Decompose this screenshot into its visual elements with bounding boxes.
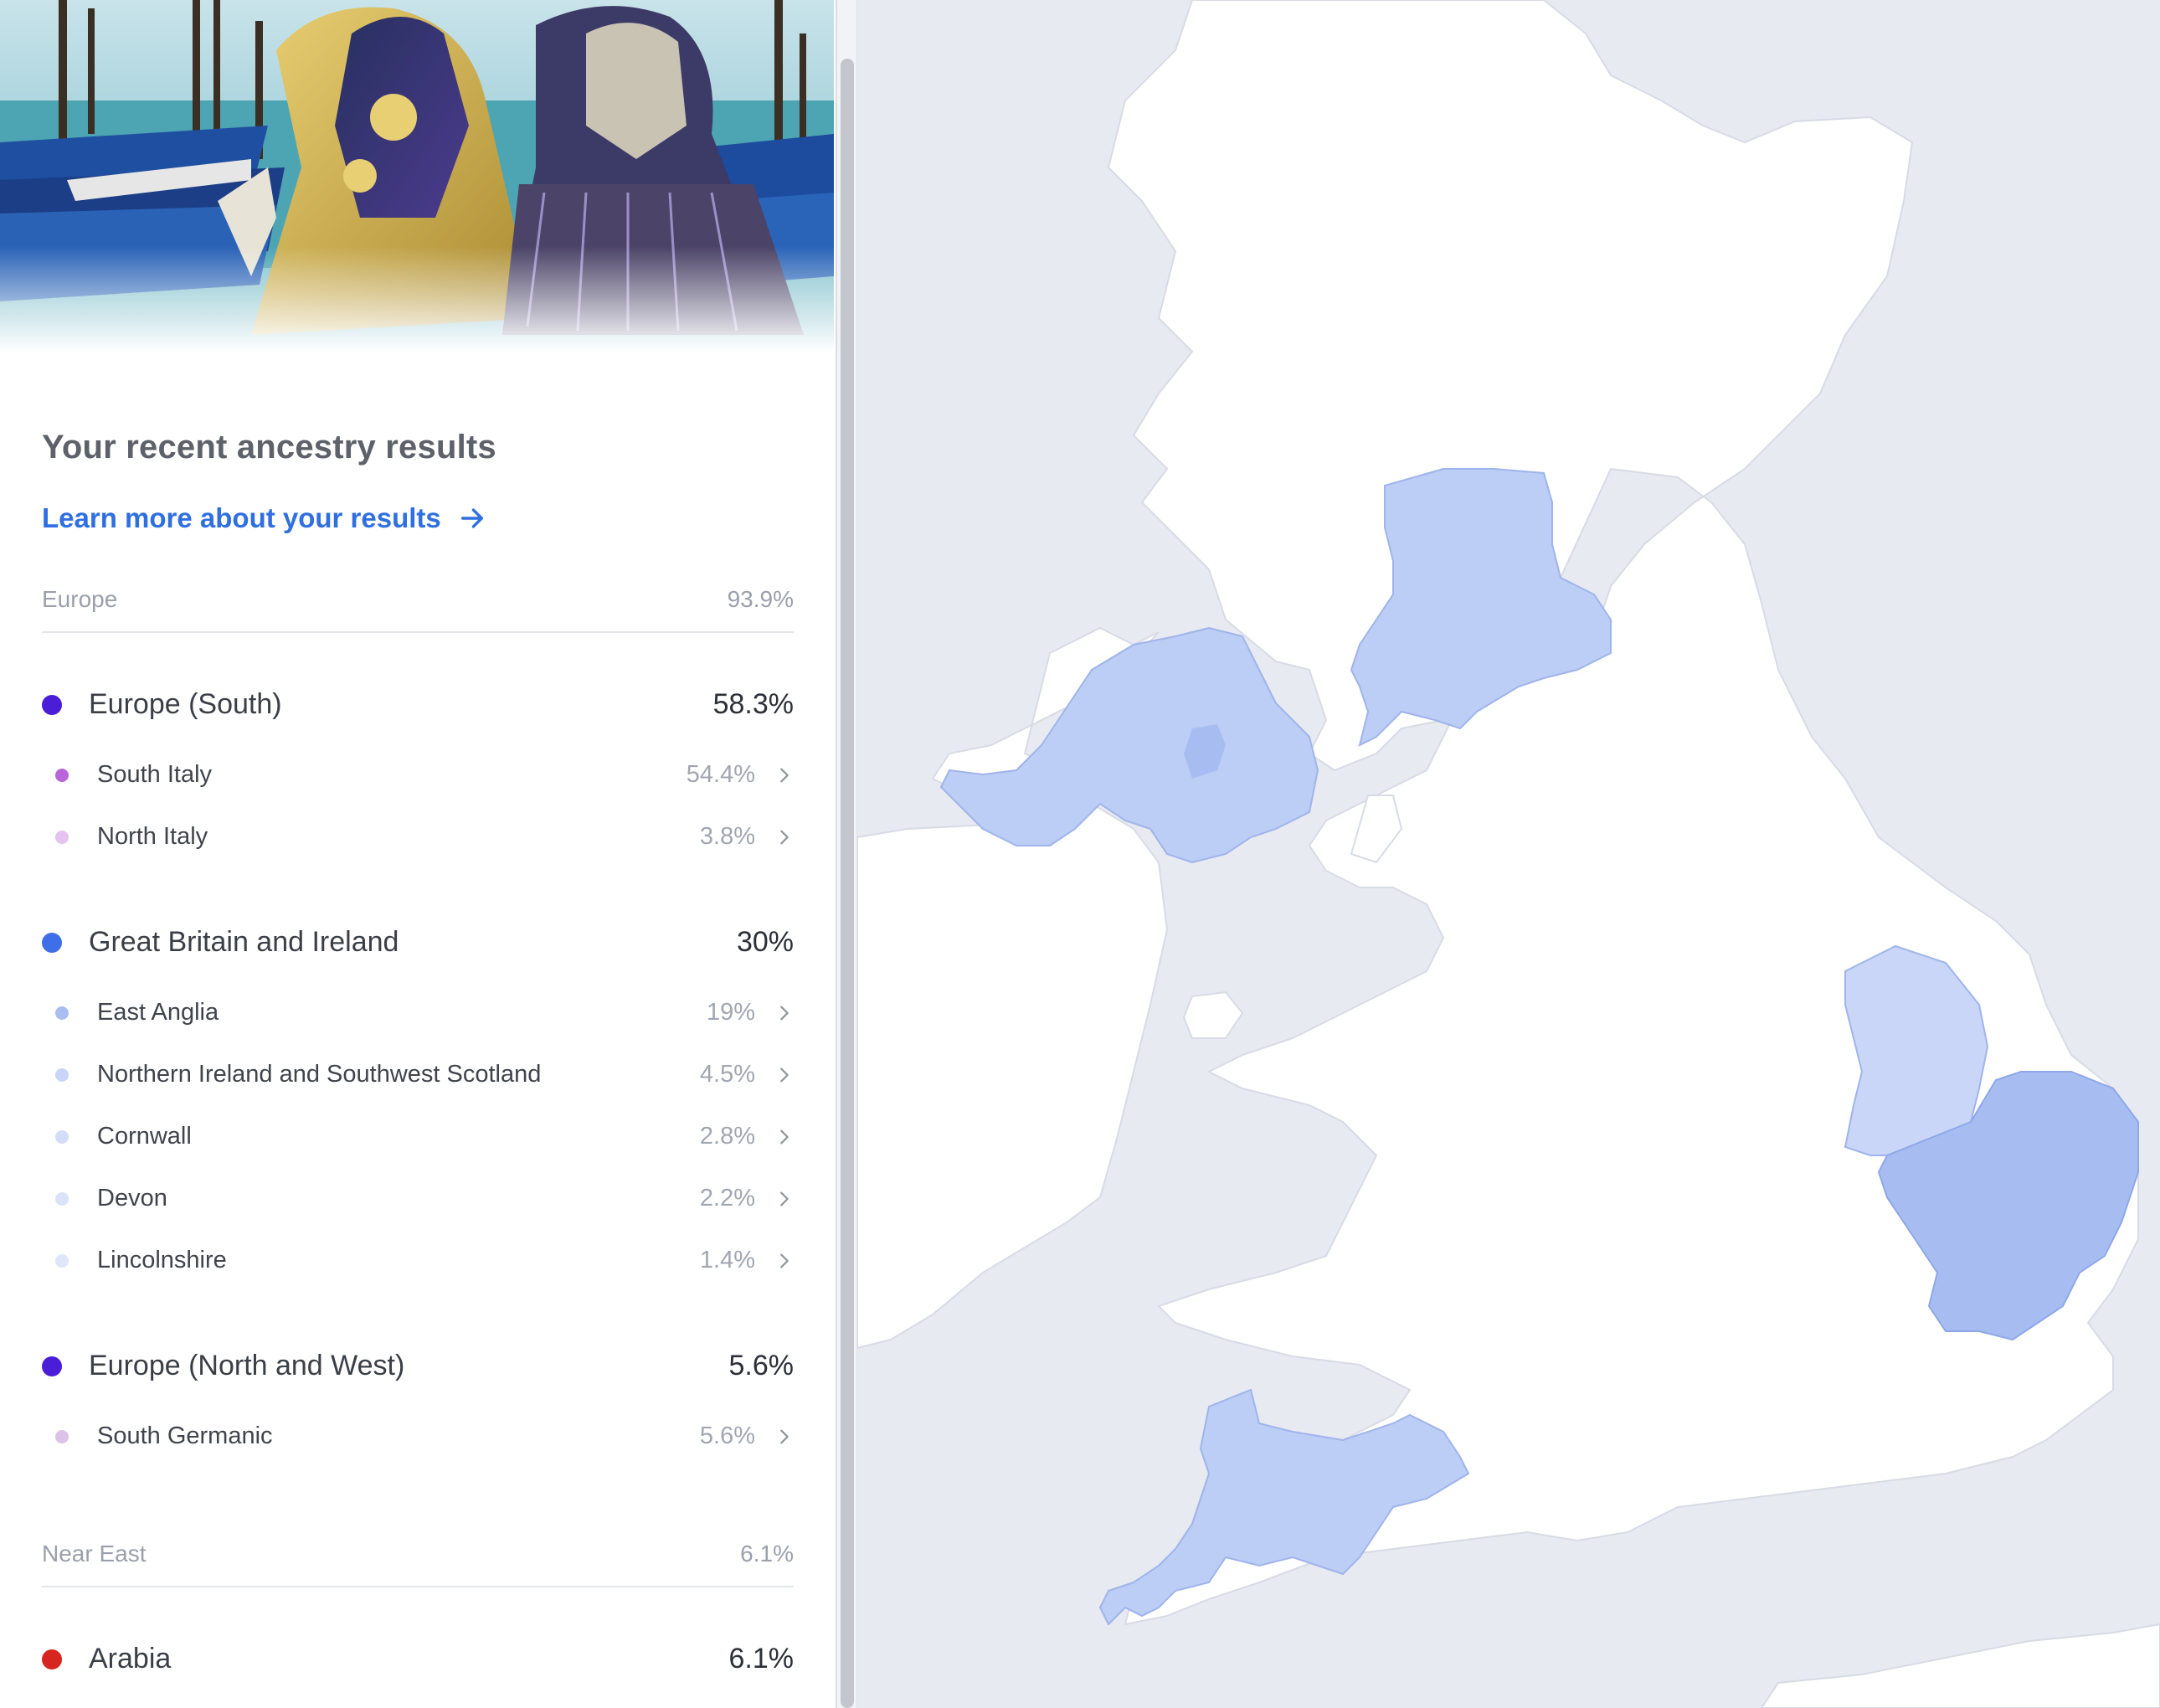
group-percent: 58.3% [712,688,794,720]
color-dot [42,1649,62,1669]
region-row-devon[interactable]: Devon 2.2% [42,1185,794,1212]
chevron-right-icon [780,830,789,844]
section-header-europe: Europe 93.9% [42,586,794,633]
chevron-right-icon [780,1129,789,1144]
color-dot [55,768,69,782]
region-row-south-germanic[interactable]: South Germanic 5.6% [42,1422,794,1450]
group-name: Great Britain and Ireland [89,926,399,958]
chevron-right-icon [780,1429,789,1443]
region-row-cornwall[interactable]: Cornwall 2.8% [42,1123,794,1150]
region-name: South Germanic [97,1422,273,1449]
chevron-right-icon [780,1068,789,1082]
color-dot [42,1356,62,1376]
ancestry-map[interactable] [857,0,2160,1708]
results-panel: Your recent ancestry results Learn more … [0,0,837,1708]
region-percent: 2.8% [699,1123,755,1150]
learn-more-link[interactable]: Learn more about your results [42,502,486,534]
region-percent: 5.6% [699,1422,755,1449]
section-percent: 93.9% [727,586,794,612]
region-name: East Anglia [97,999,219,1026]
color-dot [55,1006,69,1020]
section-percent: 6.1% [740,1541,794,1567]
region-name: North Italy [97,823,208,850]
region-name: South Italy [97,761,213,788]
region-row-north-italy[interactable]: North Italy 3.8% [42,823,794,851]
region-row-northern-ireland-sw-scotland[interactable]: Northern Ireland and Southwest Scotland … [42,1061,794,1088]
group-name: Europe (North and West) [89,1350,405,1381]
section-header-near-east: Near East 6.1% [42,1541,794,1587]
group-row-arabia: Arabia 6.1% [42,1643,794,1675]
chevron-right-icon [780,1006,789,1020]
color-dot [42,932,62,953]
region-row-south-italy[interactable]: South Italy 54.4% [42,761,794,789]
region-percent: 2.2% [699,1185,755,1212]
region-percent: 4.5% [699,1061,755,1088]
region-row-lincolnshire[interactable]: Lincolnshire 1.4% [42,1247,794,1274]
color-dot [55,1253,69,1268]
chevron-right-icon [780,1253,789,1268]
color-dot [42,694,62,715]
region-name: Lincolnshire [97,1247,227,1273]
region-name: Cornwall [97,1123,192,1150]
color-dot [55,830,69,844]
group-row-europe-north-west: Europe (North and West) 5.6% [42,1350,794,1382]
group-row-great-britain-ireland: Great Britain and Ireland 30% [42,926,794,959]
region-percent: 19% [706,999,755,1026]
region-row-east-anglia[interactable]: East Anglia 19% [42,999,794,1026]
arrow-right-icon [460,508,483,528]
color-dot [55,1429,69,1443]
region-percent: 1.4% [699,1247,755,1273]
section-name: Near East [42,1541,147,1567]
region-percent: 3.8% [699,823,755,850]
color-dot [55,1129,69,1144]
group-percent: 5.6% [728,1350,795,1381]
region-name: Northern Ireland and Southwest Scotland [97,1061,542,1088]
learn-more-label: Learn more about your results [42,502,441,533]
hero-image-carnival [0,0,834,352]
region-percent: 54.4% [686,761,755,788]
map-canvas [857,0,2160,1708]
group-name: Europe (South) [89,688,282,720]
panel-scrollbar-thumb[interactable] [841,59,854,1708]
region-name: Devon [97,1185,167,1212]
section-name: Europe [42,586,118,612]
group-name: Arabia [89,1643,172,1675]
page-title: Your recent ancestry results [42,429,496,466]
group-percent: 30% [736,926,794,958]
color-dot [55,1191,69,1206]
chevron-right-icon [780,1191,789,1206]
group-row-europe-south: Europe (South) 58.3% [42,688,794,721]
chevron-right-icon [780,768,789,782]
color-dot [55,1068,69,1082]
group-percent: 6.1% [728,1643,795,1675]
